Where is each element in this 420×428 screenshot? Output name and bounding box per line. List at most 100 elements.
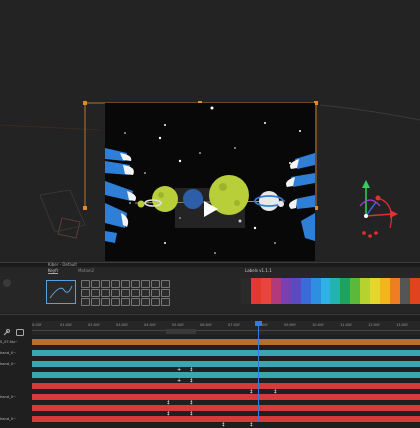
panel-title: Kiber - Default <box>48 262 77 267</box>
ruler-tick-label: 06:00f <box>200 323 212 327</box>
label-color-swatch[interactable] <box>380 278 391 304</box>
layer-name[interactable] <box>0 405 30 411</box>
keyframe-preset-button[interactable] <box>141 289 150 297</box>
keyframe-preset-button[interactable] <box>141 280 150 288</box>
labels-panel-title: Labels v1.1.1 <box>245 268 272 273</box>
ruler-tick-label: 11:00f <box>340 323 352 327</box>
layer-bar[interactable] <box>32 394 420 400</box>
keyframe-preset-button[interactable] <box>81 280 90 288</box>
axis-gizmo[interactable] <box>350 176 410 246</box>
layer-tracks: S_07-Nu~ hand_0~ hand_0~ + ‡ + ‡ ‡ ‡ hand_0~ ‡ ‡ ‡ ‡ h… <box>0 339 420 428</box>
keyframe-preset-button[interactable] <box>111 280 120 288</box>
playhead-handle[interactable] <box>255 321 262 326</box>
timeline-panel: 0:00f 01:00f 02:00f 03:00f 04:00f 05:00f 06:00… <box>0 314 420 428</box>
label-color-swatch[interactable] <box>340 278 351 304</box>
transform-handle[interactable] <box>83 101 87 105</box>
keyframe-preset-button[interactable] <box>151 289 160 297</box>
label-color-swatch[interactable] <box>350 278 361 304</box>
ruler-tick-label: 0:00f <box>32 323 42 327</box>
label-color-swatch[interactable] <box>290 278 301 304</box>
attach-icon[interactable] <box>2 322 10 336</box>
ruler-tick-label: 07:00f <box>228 323 240 327</box>
playhead[interactable] <box>258 321 259 421</box>
label-color-swatch[interactable] <box>320 278 331 304</box>
label-color-swatch[interactable] <box>280 278 291 304</box>
layer-name[interactable] <box>0 372 30 378</box>
layer-bar[interactable] <box>32 416 420 422</box>
time-ruler[interactable]: 0:00f 01:00f 02:00f 03:00f 04:00f 05:00f 06:00… <box>32 321 420 335</box>
keyframe-button-grid <box>81 280 171 306</box>
keyframe-preset-button[interactable] <box>121 298 130 306</box>
layer-name[interactable]: hand_0~ <box>0 416 30 422</box>
label-color-swatch[interactable] <box>250 278 261 304</box>
layer-bar[interactable] <box>32 339 420 345</box>
keyframe-preset-button[interactable] <box>101 280 110 288</box>
ruler-tick-label: 02:00f <box>88 323 100 327</box>
keyframe-preset-button[interactable] <box>151 280 160 288</box>
work-area-bar[interactable] <box>166 329 196 334</box>
tab-motion[interactable]: Motion2 <box>78 268 94 273</box>
keyframe-preset-button[interactable] <box>81 298 90 306</box>
keyframe-preset-button[interactable] <box>141 298 150 306</box>
keyframe-preset-button[interactable] <box>81 289 90 297</box>
layer-bar[interactable] <box>32 350 420 356</box>
ruler-tick-label: 13:00f <box>396 323 408 327</box>
label-color-swatch[interactable] <box>400 278 410 304</box>
label-color-swatch[interactable] <box>360 278 371 304</box>
ruler-tick-label: 04:00f <box>144 323 156 327</box>
label-color-swatch[interactable] <box>390 278 400 304</box>
label-color-swatch[interactable] <box>330 278 341 304</box>
keyframe-preset-button[interactable] <box>101 298 110 306</box>
keyframe-marker[interactable]: ‡ <box>222 422 225 428</box>
label-color-swatch[interactable] <box>300 278 311 304</box>
tab-keyframe[interactable]: Keyfr <box>48 268 59 274</box>
composition-frame[interactable] <box>105 103 315 261</box>
composition-viewport[interactable] <box>0 0 420 262</box>
keyframe-preset-button[interactable] <box>101 289 110 297</box>
panel-toggle-icon[interactable] <box>3 279 11 287</box>
keyframe-preset-button[interactable] <box>161 289 170 297</box>
ruler-tick-label: 05:00f <box>172 323 184 327</box>
keyframe-preset-button[interactable] <box>121 280 130 288</box>
label-color-swatch[interactable] <box>270 278 281 304</box>
layer-name[interactable]: hand_0~ <box>0 394 30 400</box>
keyframe-preset-button[interactable] <box>121 289 130 297</box>
ruler-labels: 0:00f 01:00f 02:00f 03:00f 04:00f 05:00f 06:00… <box>32 323 420 329</box>
layer-name[interactable] <box>0 383 30 389</box>
label-color-swatch[interactable] <box>409 278 420 304</box>
transform-handle[interactable] <box>83 206 87 210</box>
layer-bar[interactable] <box>32 405 420 411</box>
keyframe-preset-button[interactable] <box>131 298 140 306</box>
ruler-tick-label: 12:00f <box>368 323 380 327</box>
keyframe-preset-button[interactable] <box>91 298 100 306</box>
comment-icon[interactable] <box>16 322 24 336</box>
keyframe-preset-button[interactable] <box>131 280 140 288</box>
label-color-swatch[interactable] <box>241 278 251 304</box>
ruler-tick-label: 03:00f <box>116 323 128 327</box>
layer-name[interactable]: S_07-Nu~ <box>0 339 30 345</box>
keyframe-preset-button[interactable] <box>161 298 170 306</box>
keyframe-preset-button[interactable] <box>151 298 160 306</box>
keyframe-preset-button[interactable] <box>111 289 120 297</box>
keyframe-preset-button[interactable] <box>161 280 170 288</box>
ruler-tick-label: 10:00f <box>312 323 324 327</box>
layer-name[interactable]: hand_0~ <box>0 361 30 367</box>
layer-bar[interactable] <box>32 361 420 367</box>
space-illustration <box>105 106 315 254</box>
keyframe-marker[interactable]: ‡ <box>250 422 253 428</box>
layer-name[interactable]: hand_0~ <box>0 350 30 356</box>
label-color-swatch[interactable] <box>260 278 271 304</box>
keyframe-preset-button[interactable] <box>91 280 100 288</box>
label-color-swatches <box>241 278 420 304</box>
keyframe-preset-button[interactable] <box>111 298 120 306</box>
layer-bar[interactable] <box>32 372 420 378</box>
play-icon[interactable] <box>200 198 220 220</box>
label-color-swatch[interactable] <box>370 278 381 304</box>
layer-bar[interactable] <box>32 383 420 389</box>
keyframe-preset-button[interactable] <box>131 289 140 297</box>
ruler-line <box>32 330 420 331</box>
easing-graph[interactable] <box>46 280 76 304</box>
keyframe-preset-button[interactable] <box>91 289 100 297</box>
panels-row: Kiber - Default Keyfr Motion2 Labels v1.… <box>0 262 420 313</box>
label-color-swatch[interactable] <box>310 278 321 304</box>
